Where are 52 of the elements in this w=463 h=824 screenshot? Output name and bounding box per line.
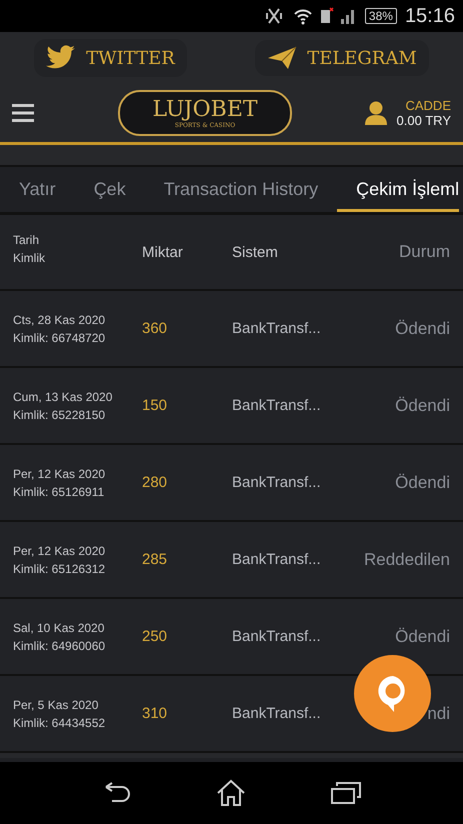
wifi-icon	[292, 7, 313, 25]
clock-time: 15:16	[404, 4, 455, 28]
amount: 360	[142, 320, 168, 337]
amount: 280	[142, 474, 168, 491]
date-text: Cum, 13 Kas 2020	[13, 388, 114, 406]
user-icon[interactable]	[364, 101, 387, 125]
paper-plane-icon	[267, 46, 298, 70]
amount: 285	[142, 551, 168, 568]
battery-level: 38%	[364, 8, 397, 24]
date-text: Sal, 10 Kas 2020	[13, 620, 106, 636]
column-header: Tarih Kimlik	[13, 232, 46, 267]
date-text: Per, 12 Kas 2020	[13, 542, 106, 560]
id-text: Kimlik: 66748720	[13, 330, 106, 346]
tab[interactable]: Çekim İşleml	[337, 167, 460, 212]
system-name: BankTransf...	[232, 551, 322, 568]
column-header: Miktar	[142, 244, 184, 260]
id-text: Kimlik: 64960060	[13, 638, 106, 654]
status-text: Ödendi	[395, 472, 450, 492]
id-text: Kimlik: 64434552	[13, 714, 106, 732]
social-link[interactable]: TWITTER	[34, 39, 187, 77]
username: CADDE	[405, 98, 451, 113]
tab[interactable]: Transaction History	[144, 167, 338, 212]
id-text: Kimlik: 65126312	[13, 560, 106, 578]
bird-icon	[46, 45, 76, 71]
id-text: Kimlik: 65126911	[13, 484, 106, 500]
tab[interactable]: Çek	[74, 167, 145, 212]
system-name: BankTransf...	[232, 474, 322, 491]
status-text: ndi	[427, 704, 450, 724]
home-icon[interactable]	[216, 779, 246, 807]
social-link[interactable]: TELEGRAM	[255, 40, 429, 76]
signal-icon	[320, 7, 357, 25]
date-text: Per, 5 Kas 2020	[13, 696, 100, 714]
status-text: Ödendi	[395, 626, 450, 646]
column-header: Durum	[398, 242, 450, 262]
amount: 310	[142, 705, 168, 722]
system-name: BankTransf...	[232, 628, 322, 645]
status-text: Ödendi	[395, 318, 450, 338]
status-text: Ödendi	[395, 396, 450, 416]
balance: 0.00 TRY	[396, 113, 451, 128]
recent-apps-icon[interactable]	[330, 782, 361, 804]
tab[interactable]: Yatır	[0, 167, 75, 212]
amount: 250	[142, 628, 168, 645]
system-name: BankTransf...	[232, 320, 322, 337]
status-text: Reddedilen	[364, 550, 450, 570]
date-text: Per, 12 Kas 2020	[13, 466, 106, 482]
date-text: Cts, 28 Kas 2020	[13, 312, 106, 328]
system-name: BankTransf...	[232, 705, 322, 722]
menu-icon[interactable]	[12, 104, 34, 122]
system-name: BankTransf...	[232, 397, 322, 414]
amount: 150	[142, 397, 168, 414]
id-text: Kimlik: 65228150	[13, 406, 106, 424]
column-header: Sistem	[232, 244, 279, 260]
